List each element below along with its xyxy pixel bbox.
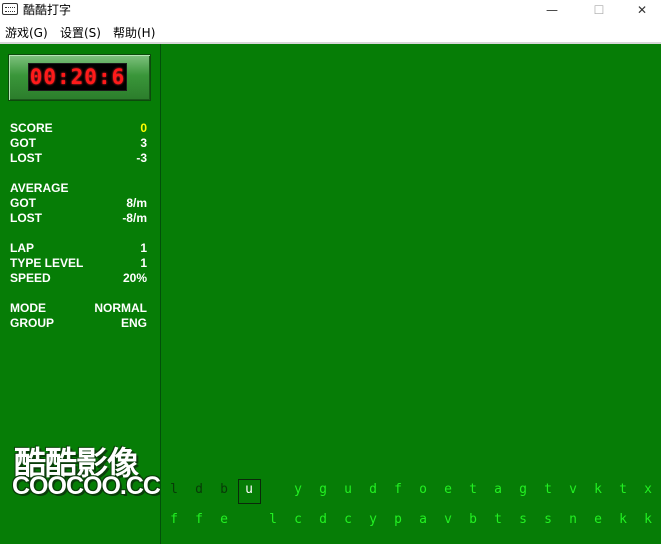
pending-letter: e [220,512,228,527]
stat-value: ENG [120,316,147,330]
timer-screen: 00:20:6 [28,63,127,91]
stat-label: LOST [10,211,42,225]
pending-letter: x [644,482,652,497]
menu-bar: 游戏(G) 设置(S) 帮助(H) [0,20,661,42]
typed-letter: d [195,482,203,497]
pending-letter: l [269,512,277,527]
pending-letter: e [444,482,452,497]
pending-letter: u [344,482,352,497]
pending-letter: n [569,512,577,527]
stat-label: LOST [10,151,42,165]
pending-letter: t [619,482,627,497]
pending-letter: f [170,512,178,527]
stat-score: SCORE 0 [10,121,147,136]
stat-label: GOT [10,136,36,150]
stats-panel: 00:20:6 SCORE 0 GOT 3 LOST -3 AVERAGE GO… [0,44,161,544]
pending-letter: t [544,482,552,497]
pending-letter: b [469,512,477,527]
stat-value: NORMAL [94,301,147,315]
stat-value: -8/m [122,211,147,225]
pending-letter: y [294,482,302,497]
stat-label: AVERAGE [10,181,69,195]
minimize-button[interactable]: — [530,0,574,20]
pending-letter: f [195,512,203,527]
pending-letter: y [369,512,377,527]
stat-label: GROUP [10,316,55,330]
stat-label: GOT [10,196,36,210]
stat-label: TYPE LEVEL [10,256,84,270]
menu-help[interactable]: 帮助(H) [113,24,155,41]
typed-letter: l [170,482,178,497]
title-bar: 酷酷打字 — ☐ ✕ [0,0,661,20]
stat-value: -3 [136,151,147,165]
pending-letter: v [444,512,452,527]
pending-letter: k [644,512,652,527]
pending-letter: a [419,512,427,527]
stat-type-level: TYPE LEVEL 1 [10,256,147,271]
stat-label: SCORE [10,121,53,135]
stat-lost: LOST -3 [10,151,147,166]
stat-label: LAP [10,241,34,255]
stat-mode: MODE NORMAL [10,301,147,316]
stat-lap: LAP 1 [10,241,147,256]
pending-letter: p [394,512,402,527]
stat-avg-got: GOT 8/m [10,196,147,211]
pending-letter: t [494,512,502,527]
stat-group: GROUP ENG [10,316,147,331]
stat-value: 8/m [126,196,147,210]
pending-letter: k [594,482,602,497]
pending-letter: e [594,512,602,527]
typed-letter: b [220,482,228,497]
game-client: 00:20:6 SCORE 0 GOT 3 LOST -3 AVERAGE GO… [0,44,661,544]
timer-display: 00:20:6 [29,65,126,89]
pending-letter: c [344,512,352,527]
stat-speed: SPEED 20% [10,271,147,286]
window-title: 酷酷打字 [23,3,72,17]
menu-settings[interactable]: 设置(S) [60,24,101,41]
pending-letter: d [369,482,377,497]
pending-letter: a [494,482,502,497]
menu-game[interactable]: 游戏(G) [5,24,48,41]
stat-value: 0 [140,121,147,135]
pending-letter: t [469,482,477,497]
stat-value: 3 [140,136,147,150]
stat-label: MODE [10,301,46,315]
stat-avg-lost: LOST -8/m [10,211,147,226]
logo-english: COOCOO.CC [12,472,161,500]
pending-letter: d [319,512,327,527]
close-button[interactable]: ✕ [620,0,661,20]
stat-got: GOT 3 [10,136,147,151]
stat-value: 1 [140,241,147,255]
pending-letter: g [319,482,327,497]
pending-letter: c [294,512,302,527]
current-letter: u [245,482,253,497]
stat-value: 1 [140,256,147,270]
timer-plate: 00:20:6 [8,54,151,101]
minimize-icon: — [546,3,558,17]
pending-letter: f [394,482,402,497]
keyboard-icon [2,3,18,15]
play-area[interactable] [161,44,661,544]
pending-letter: s [544,512,552,527]
pending-letter: o [419,482,427,497]
maximize-icon: ☐ [593,3,605,17]
pending-letter: g [519,482,527,497]
maximize-button[interactable]: ☐ [577,0,621,20]
pending-letter: v [569,482,577,497]
close-icon: ✕ [636,3,648,17]
pending-letter: s [519,512,527,527]
pending-letter: k [619,512,627,527]
stat-label: SPEED [10,271,51,285]
stat-value: 20% [122,271,147,285]
stat-average-heading: AVERAGE [10,181,147,196]
